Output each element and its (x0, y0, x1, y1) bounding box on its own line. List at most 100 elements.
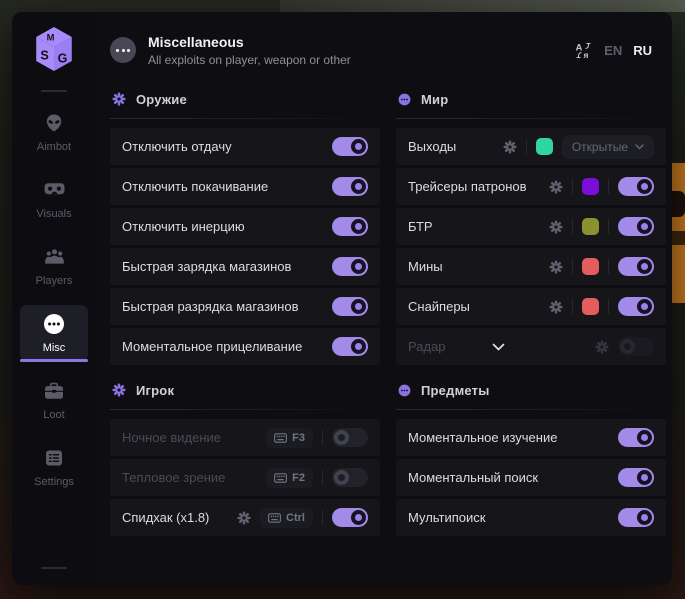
dots-circle-icon (398, 384, 411, 397)
feature-controls (332, 337, 368, 356)
feature-controls (549, 257, 654, 276)
dropdown-select[interactable]: Открытые (562, 135, 654, 159)
keybind-badge[interactable]: Ctrl (260, 508, 313, 528)
gear-icon (112, 92, 126, 106)
feature-label: Тепловое зрение (122, 470, 225, 485)
color-swatch[interactable] (582, 258, 599, 275)
toggle-switch[interactable] (618, 337, 654, 356)
toggle-knob (637, 259, 652, 274)
main-panel: Miscellaneous All exploits on player, we… (96, 12, 672, 585)
language-ru-button[interactable]: RU (633, 43, 652, 58)
toggle-knob (351, 259, 366, 274)
color-swatch[interactable] (582, 218, 599, 235)
toggle-switch[interactable] (618, 297, 654, 316)
feature-controls (618, 508, 654, 527)
feature-row: Отключить отдачу (110, 128, 380, 165)
gear-icon[interactable] (549, 220, 563, 234)
toggle-switch[interactable] (618, 508, 654, 527)
feature-label: Радар (408, 339, 446, 354)
gear-icon[interactable] (549, 180, 563, 194)
feature-controls: F3 (266, 428, 368, 448)
game-background-texture (280, 0, 685, 12)
section-title: Мир (421, 92, 448, 107)
feature-label: Моментальный поиск (408, 470, 538, 485)
feature-row: БТР (396, 208, 666, 245)
sidebar-item-label: Visuals (36, 208, 71, 220)
section-weapon: ОружиеОтключить отдачуОтключить покачива… (110, 89, 380, 365)
section-header: Мир (396, 89, 666, 109)
toggle-knob (351, 339, 366, 354)
feature-controls (332, 137, 368, 156)
toggle-switch[interactable] (618, 428, 654, 447)
feature-controls (332, 177, 368, 196)
toggle-switch[interactable] (332, 337, 368, 356)
feature-row: Быстрая зарядка магазинов (110, 248, 380, 285)
section-title: Оружие (136, 92, 187, 107)
toggle-knob (351, 510, 366, 525)
toggle-switch[interactable] (332, 257, 368, 276)
feature-row: Трейсеры патронов (396, 168, 666, 205)
color-swatch[interactable] (582, 178, 599, 195)
gear-icon[interactable] (549, 300, 563, 314)
keybind-badge[interactable]: F2 (266, 468, 313, 488)
toggle-switch[interactable] (618, 257, 654, 276)
sidebar-item-players[interactable]: Players (20, 238, 88, 294)
toggle-switch[interactable] (618, 217, 654, 236)
toggle-switch[interactable] (332, 428, 368, 447)
alien-icon (44, 112, 64, 134)
color-swatch[interactable] (536, 138, 553, 155)
toggle-switch[interactable] (332, 177, 368, 196)
feature-controls (332, 297, 368, 316)
toggle-knob (637, 299, 652, 314)
sidebar-item-aimbot[interactable]: Aimbot (20, 104, 88, 160)
feature-label: Моментальное прицеливание (122, 339, 302, 354)
feature-controls (618, 468, 654, 487)
sidebar-item-loot[interactable]: Loot (20, 372, 88, 428)
keyboard-icon (268, 513, 281, 523)
control-divider (572, 299, 573, 314)
toggle-knob (351, 179, 366, 194)
chevron-down-icon[interactable] (488, 339, 509, 355)
feature-row: Быстрая разрядка магазинов (110, 288, 380, 325)
control-divider (572, 219, 573, 234)
feature-row: Моментальное прицеливание (110, 328, 380, 365)
column-left: ОружиеОтключить отдачуОтключить покачива… (110, 74, 380, 539)
feature-row: Спидхак (x1.8)Ctrl (110, 499, 380, 536)
toggle-switch[interactable] (332, 217, 368, 236)
feature-controls (549, 297, 654, 316)
translate-icon[interactable]: A я (574, 41, 593, 60)
feature-label: Трейсеры патронов (408, 179, 527, 194)
column-right: МирВыходыОткрытыеТрейсеры патроновБТРМин… (396, 74, 666, 539)
feature-label: Снайперы (408, 299, 470, 314)
list-panel-icon (45, 447, 63, 469)
content-area: ОружиеОтключить отдачуОтключить покачива… (96, 74, 672, 585)
toggle-switch[interactable] (332, 468, 368, 487)
gear-icon[interactable] (237, 511, 251, 525)
toggle-switch[interactable] (332, 508, 368, 527)
feature-row: Мультипоиск (396, 499, 666, 536)
gear-icon[interactable] (595, 340, 609, 354)
gear-icon[interactable] (549, 260, 563, 274)
people-icon (44, 246, 65, 268)
toggle-switch[interactable] (618, 177, 654, 196)
control-divider (572, 259, 573, 274)
color-swatch[interactable] (582, 298, 599, 315)
dropdown-value: Открытые (572, 140, 628, 154)
feature-controls (618, 428, 654, 447)
toggle-switch[interactable] (332, 137, 368, 156)
feature-controls (332, 217, 368, 236)
toggle-switch[interactable] (618, 468, 654, 487)
sidebar-item-settings[interactable]: Settings (20, 439, 88, 495)
section-divider (396, 118, 666, 119)
sidebar-item-misc[interactable]: Misc (20, 305, 88, 361)
language-en-button[interactable]: EN (604, 43, 622, 58)
section-header: Игрок (110, 380, 380, 400)
sidebar-item-visuals[interactable]: Visuals (20, 171, 88, 227)
toggle-switch[interactable] (332, 297, 368, 316)
feature-row: Снайперы (396, 288, 666, 325)
app-logo: M S G (33, 26, 75, 77)
gear-icon[interactable] (503, 140, 517, 154)
keybind-badge[interactable]: F3 (266, 428, 313, 448)
page-title: Miscellaneous (148, 34, 351, 50)
feature-row: Моментальный поиск (396, 459, 666, 496)
